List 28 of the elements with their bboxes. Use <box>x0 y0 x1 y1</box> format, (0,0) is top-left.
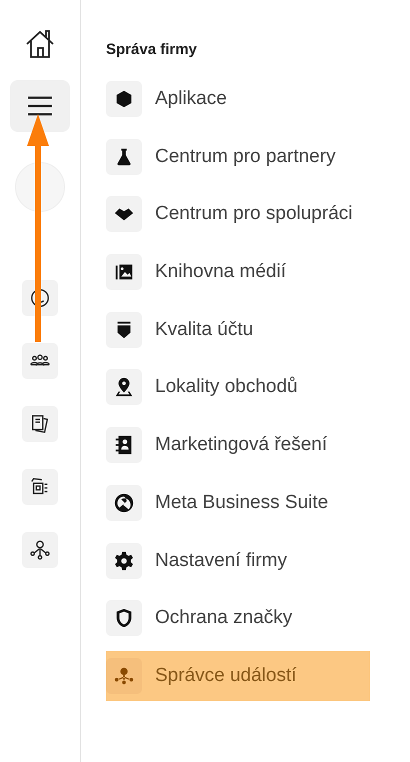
map-pin-icon <box>106 369 142 406</box>
people-icon[interactable] <box>22 343 58 379</box>
home-icon[interactable] <box>24 28 56 60</box>
menu-icon <box>26 95 54 117</box>
network-icon[interactable] <box>22 532 58 568</box>
documents-icon[interactable] <box>22 406 58 442</box>
section-title: Správa firmy <box>106 40 198 60</box>
flask-icon <box>106 138 142 175</box>
menu-item[interactable]: Knihovna médií <box>106 247 370 298</box>
image-icon <box>106 254 142 290</box>
cube-icon <box>106 81 142 117</box>
shield-icon <box>106 600 142 636</box>
contact-book-icon <box>106 427 142 464</box>
menu-item[interactable]: Marketingová řešení <box>106 420 370 470</box>
menu-item[interactable]: Aplikace <box>106 74 370 124</box>
menu-item[interactable]: Lokality obchodů <box>106 362 370 412</box>
menu-button[interactable] <box>10 80 70 132</box>
menu-item[interactable]: Centrum pro spolupráci <box>106 189 370 240</box>
network-icon <box>106 658 142 694</box>
menu-item[interactable]: Meta Business Suite <box>106 478 370 528</box>
menu-item[interactable]: Nastavení firmy <box>106 536 370 586</box>
gear-icon <box>106 542 142 578</box>
menu-item[interactable]: Kvalita účtu <box>106 304 370 355</box>
menu-item[interactable]: Centrum pro partnery <box>106 132 370 182</box>
cards-list-icon[interactable] <box>22 469 58 505</box>
shield-badge-icon <box>106 312 142 348</box>
menu-item[interactable]: Ochrana značky <box>106 593 370 644</box>
menu-item[interactable]: Správce událostí <box>106 650 370 701</box>
